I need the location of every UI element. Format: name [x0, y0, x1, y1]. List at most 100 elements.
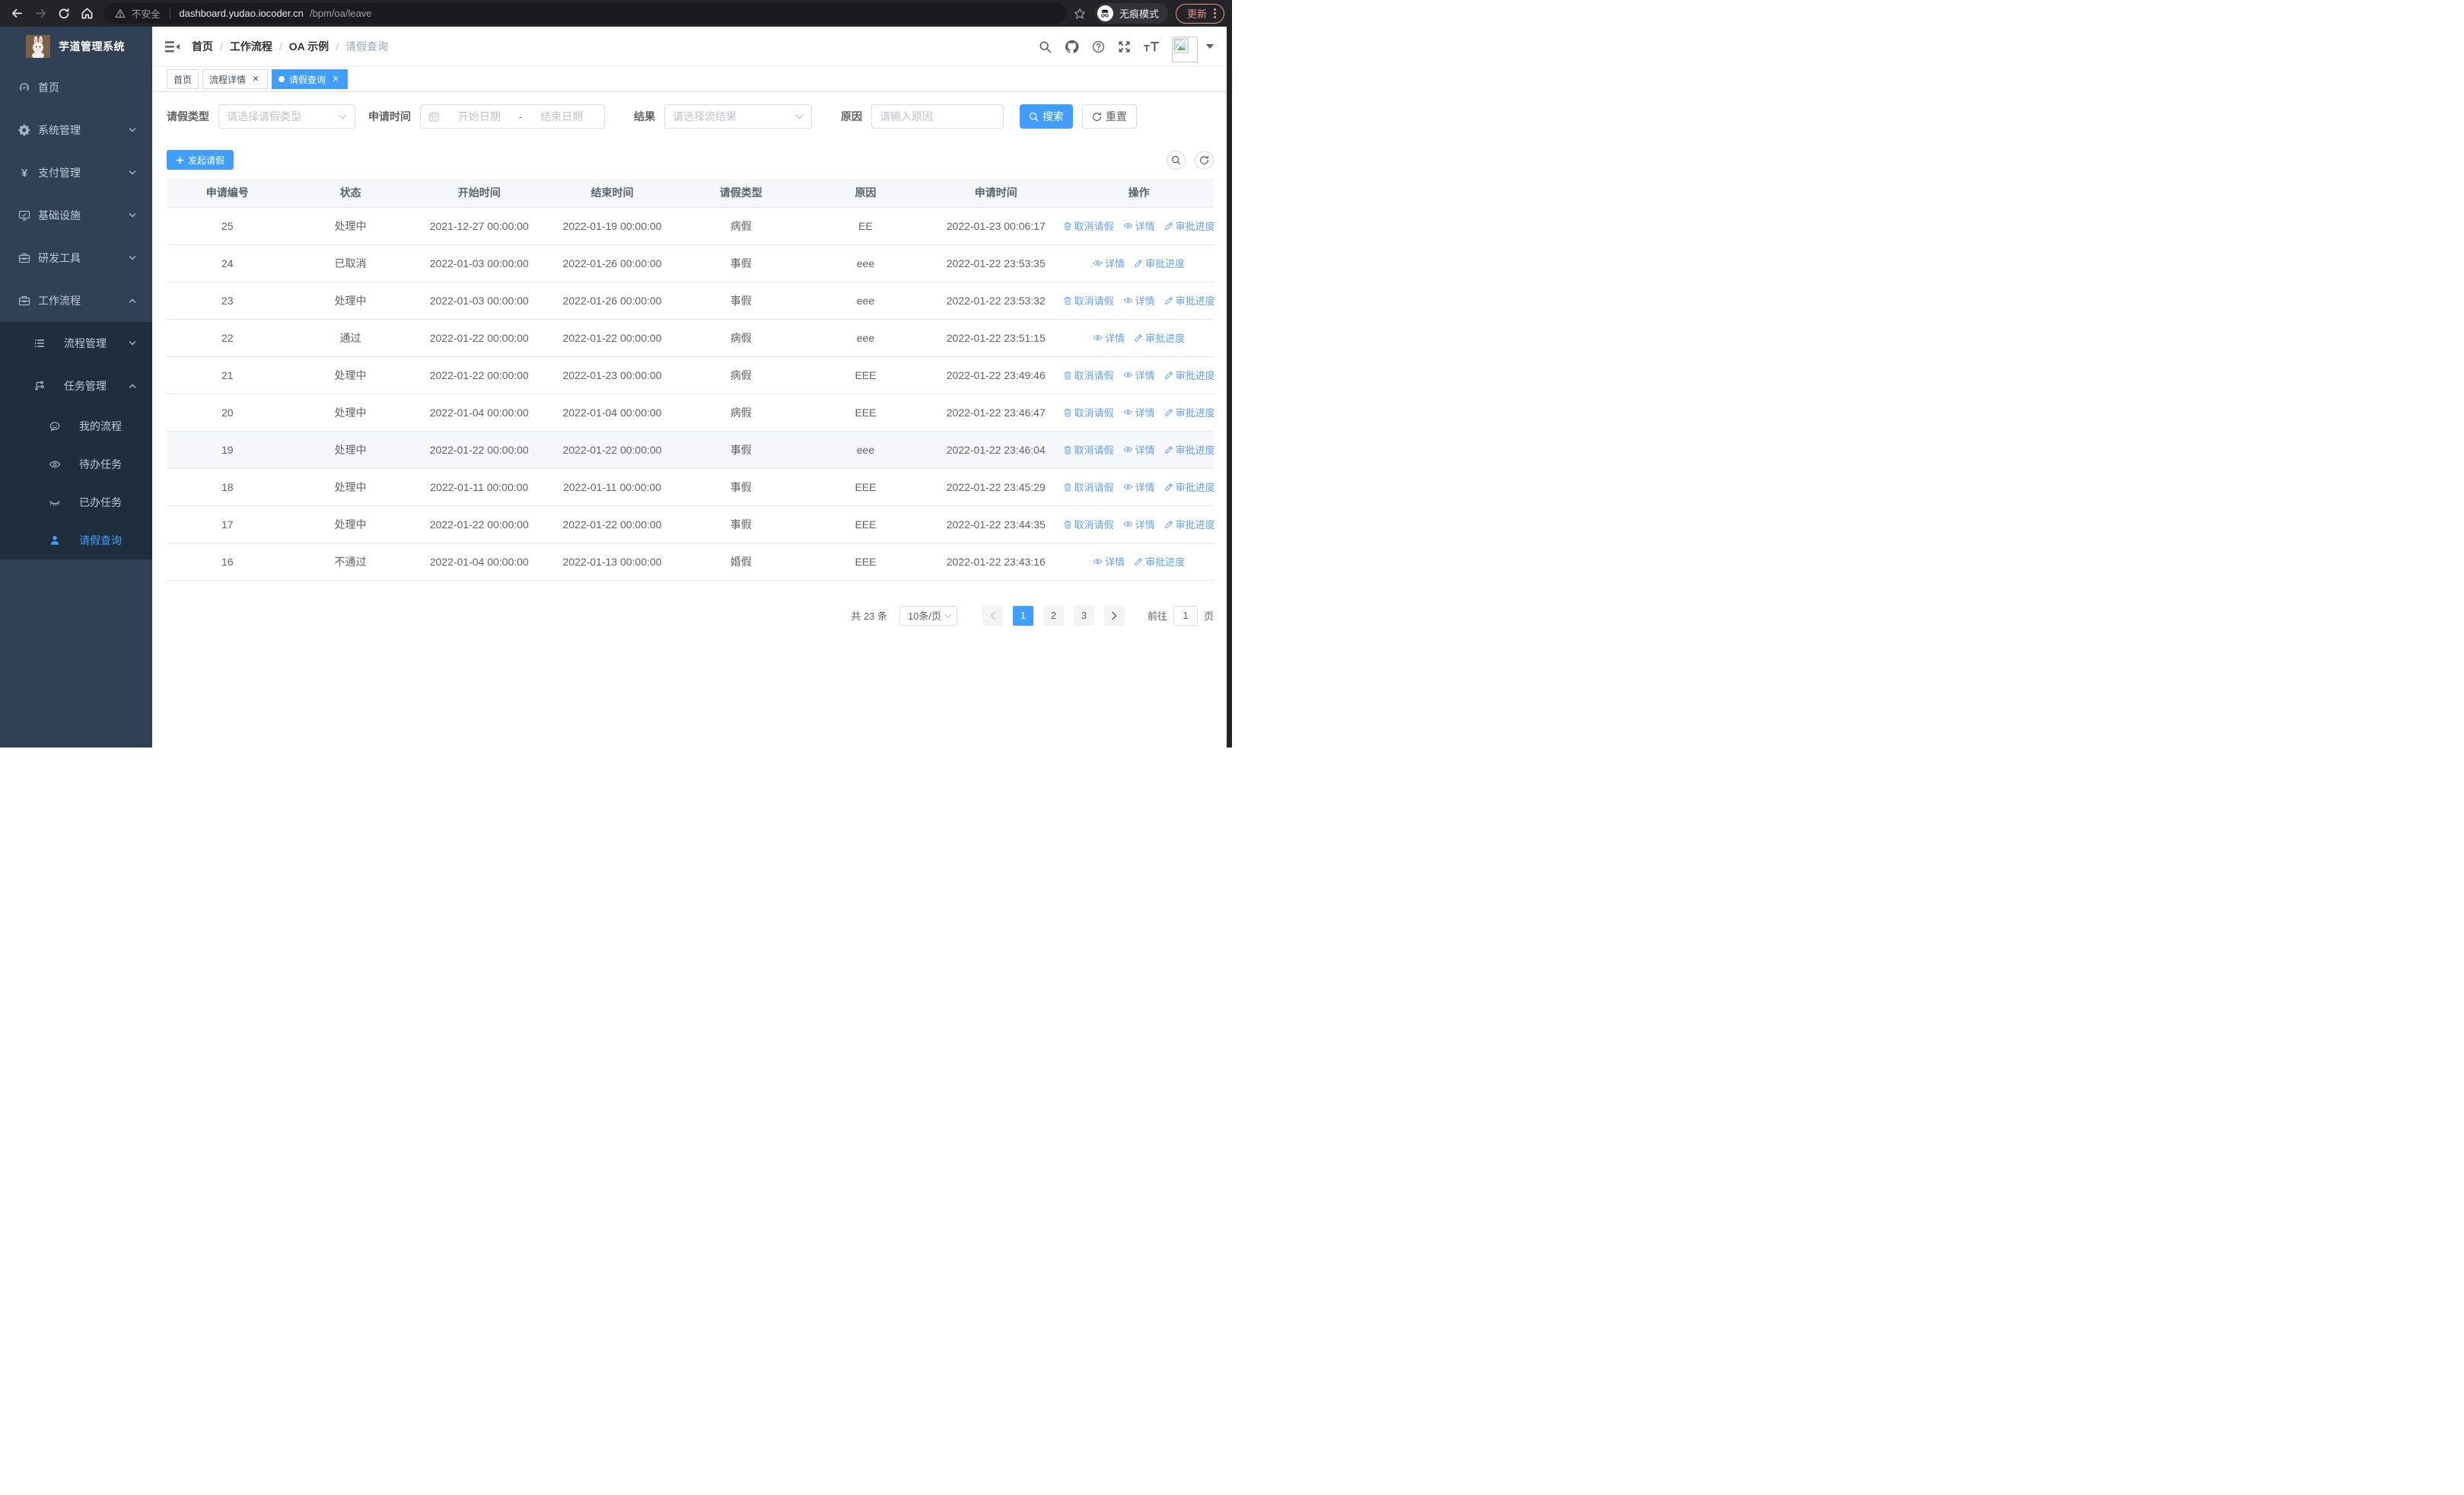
- reason-input[interactable]: [880, 110, 995, 123]
- page-button-3[interactable]: 3: [1073, 605, 1094, 626]
- forward-icon[interactable]: [34, 7, 47, 20]
- fullscreen-icon[interactable]: [1118, 40, 1131, 53]
- detail-action-link[interactable]: 详情: [1093, 256, 1125, 270]
- progress-action-link[interactable]: 审批进度: [1134, 330, 1185, 345]
- cancel-action-link[interactable]: 取消请假: [1063, 405, 1114, 419]
- action-label: 取消请假: [1074, 370, 1114, 381]
- help-icon[interactable]: [1092, 40, 1105, 53]
- close-icon[interactable]: ✕: [250, 74, 261, 84]
- cell-id: 25: [167, 207, 288, 245]
- page-unit-label: 页: [1203, 610, 1214, 622]
- sidebar-item-系统管理[interactable]: 系统管理: [0, 109, 152, 151]
- sidebar-item-label: 工作流程: [38, 295, 81, 307]
- address-bar[interactable]: 不安全 dashboard.yudao.iocoder.cn/bpm/oa/le…: [104, 3, 1066, 24]
- refresh-table-icon[interactable]: [1195, 150, 1214, 170]
- progress-action-link[interactable]: 审批进度: [1164, 480, 1215, 494]
- prev-page-button[interactable]: [982, 605, 1003, 626]
- detail-action-link[interactable]: 详情: [1123, 480, 1155, 494]
- reload-icon[interactable]: [58, 8, 70, 20]
- sidebar-item-待办任务[interactable]: 待办任务: [0, 445, 152, 483]
- search-button[interactable]: 搜索: [1020, 104, 1073, 129]
- home-icon[interactable]: [81, 7, 94, 20]
- cancel-action-link[interactable]: 取消请假: [1063, 368, 1114, 382]
- create-leave-button[interactable]: 发起请假: [167, 150, 234, 170]
- progress-action-link[interactable]: 审批进度: [1134, 554, 1185, 569]
- avatar[interactable]: [1172, 37, 1198, 62]
- page-size-select[interactable]: 10条/页: [899, 605, 957, 626]
- sidebar-item-任务管理[interactable]: 任务管理: [0, 365, 152, 407]
- result-select[interactable]: 请选择流结果: [664, 104, 812, 129]
- page-button-1[interactable]: 1: [1012, 605, 1033, 626]
- progress-action-link[interactable]: 审批进度: [1134, 256, 1185, 270]
- progress-action-link[interactable]: 审批进度: [1164, 293, 1215, 308]
- progress-action-link[interactable]: 审批进度: [1164, 368, 1215, 382]
- sidebar-toggle-icon[interactable]: [164, 40, 186, 53]
- detail-action-link[interactable]: 详情: [1093, 554, 1125, 569]
- tab-流程详情[interactable]: 流程详情 ✕: [202, 69, 269, 89]
- sidebar-item-我的流程[interactable]: 我的流程: [0, 407, 152, 445]
- progress-action-link[interactable]: 审批进度: [1164, 405, 1215, 419]
- sidebar-item-请假查询[interactable]: 请假查询: [0, 521, 152, 559]
- progress-action-link[interactable]: 审批进度: [1164, 517, 1215, 531]
- action-label: 审批进度: [1175, 519, 1215, 531]
- progress-action-link[interactable]: 审批进度: [1164, 442, 1215, 457]
- detail-action-link[interactable]: 详情: [1123, 442, 1155, 457]
- leave-type-select[interactable]: 请选择请假类型: [218, 104, 355, 129]
- sidebar-item-已办任务[interactable]: 已办任务: [0, 483, 152, 521]
- browser-menu-icon[interactable]: [1214, 8, 1216, 18]
- detail-action-link[interactable]: 详情: [1123, 218, 1155, 233]
- font-size-icon[interactable]: [1144, 41, 1159, 53]
- cancel-action-link[interactable]: 取消请假: [1063, 517, 1114, 531]
- breadcrumb-item[interactable]: 工作流程: [230, 39, 272, 54]
- apply-time-range-picker[interactable]: 开始日期 - 结束日期: [420, 104, 605, 129]
- action-label: 详情: [1105, 258, 1125, 269]
- breadcrumb-item[interactable]: OA 示例: [289, 39, 329, 54]
- breadcrumb-item[interactable]: 首页: [192, 39, 213, 54]
- progress-action-link[interactable]: 审批进度: [1164, 218, 1215, 233]
- column-header: 开始时间: [412, 179, 546, 208]
- cancel-action-link[interactable]: 取消请假: [1063, 218, 1114, 233]
- detail-action-link[interactable]: 详情: [1123, 368, 1155, 382]
- detail-action-link[interactable]: 详情: [1093, 330, 1125, 345]
- back-icon[interactable]: [11, 7, 24, 20]
- next-page-button[interactable]: [1103, 605, 1125, 626]
- apply-time-label: 申请时间: [368, 110, 411, 123]
- page-button-2[interactable]: 2: [1043, 605, 1064, 626]
- cancel-action-link[interactable]: 取消请假: [1063, 480, 1114, 494]
- goto-page-input[interactable]: [1173, 605, 1198, 626]
- sidebar-item-流程管理[interactable]: 流程管理: [0, 322, 152, 365]
- action-label: 取消请假: [1074, 482, 1114, 493]
- tab-请假查询[interactable]: 请假查询 ✕: [272, 69, 349, 89]
- sidebar-item-首页[interactable]: 首页: [0, 66, 152, 109]
- incognito-badge: 无痕模式: [1094, 3, 1168, 24]
- page-size-value: 10条/页: [907, 610, 942, 622]
- tab-首页[interactable]: 首页: [167, 69, 199, 89]
- action-label: 详情: [1135, 221, 1155, 232]
- close-icon[interactable]: ✕: [330, 74, 341, 84]
- breadcrumb-item: 请假查询: [345, 40, 389, 53]
- avatar-dropdown-icon[interactable]: [1206, 44, 1214, 49]
- sidebar-item-工作流程[interactable]: 工作流程: [0, 279, 152, 322]
- row-actions: 详情 审批进度: [1064, 554, 1214, 569]
- detail-action-link[interactable]: 详情: [1123, 405, 1155, 419]
- sidebar-item-研发工具[interactable]: 研发工具: [0, 237, 152, 279]
- detail-action-link[interactable]: 详情: [1123, 517, 1155, 531]
- detail-action-link[interactable]: 详情: [1123, 293, 1155, 308]
- header-search-icon[interactable]: [1039, 40, 1052, 53]
- hide-search-icon[interactable]: [1167, 150, 1186, 170]
- bookmark-star-icon[interactable]: [1074, 8, 1086, 20]
- sidebar-item-支付管理[interactable]: ¥ 支付管理: [0, 151, 152, 194]
- cancel-action-link[interactable]: 取消请假: [1063, 442, 1114, 457]
- github-icon[interactable]: [1065, 40, 1079, 54]
- sidebar-item-基础设施[interactable]: 基础设施: [0, 194, 152, 237]
- reset-button[interactable]: 重置: [1082, 104, 1137, 129]
- cell-apply_time: 2022-01-23 00:06:17: [928, 207, 1065, 245]
- cancel-action-link[interactable]: 取消请假: [1063, 293, 1114, 308]
- process-list-icon: [33, 337, 46, 349]
- page-scrollbar[interactable]: [1227, 27, 1232, 748]
- date-start-placeholder: 开始日期: [457, 110, 501, 123]
- cell-status: 处理中: [288, 468, 413, 506]
- chevron-down-icon: [128, 253, 137, 263]
- tab-label: 流程详情: [209, 74, 247, 85]
- update-button[interactable]: 更新: [1175, 3, 1224, 24]
